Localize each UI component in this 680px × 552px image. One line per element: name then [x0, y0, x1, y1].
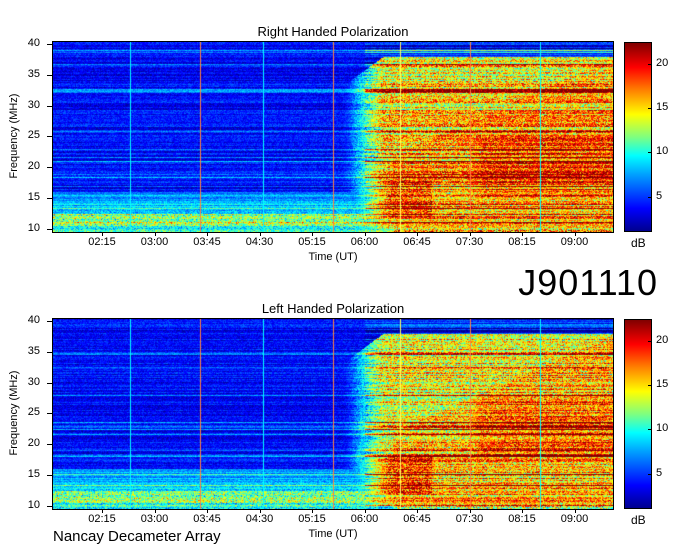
y-tick	[47, 43, 52, 45]
x-tick	[522, 509, 523, 513]
y-tick-label: 10	[27, 498, 40, 511]
colorbar-tick-label: 15	[656, 101, 669, 114]
spectrogram-canvas	[53, 42, 613, 232]
y-tick-label: 25	[27, 129, 40, 142]
x-tick-label: 07:30	[455, 236, 484, 248]
y-tick-label: 30	[27, 98, 40, 111]
x-tick-label: 05:15	[298, 236, 326, 248]
x-tick	[574, 232, 576, 236]
x-tick-label: 06:45	[403, 236, 431, 248]
x-tick-label: 05:15	[298, 513, 326, 525]
y-tick	[47, 198, 52, 200]
spectrogram-left	[53, 319, 613, 509]
chart-title: Right Handed Polarization	[257, 24, 409, 39]
x-tick-label: 04:30	[245, 236, 274, 248]
x-tick	[207, 232, 208, 236]
x-tick	[469, 232, 471, 236]
colorbar	[624, 319, 652, 509]
x-tick-label: 03:00	[140, 513, 169, 525]
y-tick	[47, 136, 52, 138]
colorbar-tick-label: 5	[656, 466, 663, 479]
x-tick-label: 03:45	[193, 513, 221, 525]
x-tick-label: 08:15	[508, 236, 536, 248]
y-tick	[47, 167, 52, 169]
colorbar	[624, 42, 652, 232]
footer-label: Nancay Decameter Array	[53, 528, 221, 545]
x-tick-label: 02:15	[88, 236, 116, 248]
y-tick-label: 40	[27, 313, 40, 326]
colorbar-tick	[648, 64, 652, 66]
y-tick	[47, 74, 52, 76]
y-tick	[47, 413, 52, 415]
colorbar-tick	[648, 196, 652, 198]
x-tick	[469, 509, 471, 513]
x-tick-label: 03:45	[193, 236, 221, 248]
x-tick	[574, 509, 576, 513]
y-tick-label: 30	[27, 375, 40, 388]
x-tick	[259, 232, 261, 236]
colorbar-tick-label: 10	[656, 422, 669, 435]
colorbar-tick	[648, 473, 652, 475]
y-tick-label: 15	[27, 468, 40, 481]
colorbar-tick	[648, 429, 652, 431]
x-tick	[312, 509, 313, 513]
spectrogram-right	[53, 42, 613, 232]
y-tick	[47, 105, 52, 107]
y-tick-label: 35	[27, 67, 40, 80]
x-tick	[417, 509, 418, 513]
x-tick	[259, 509, 261, 513]
colorbar-tick	[648, 341, 652, 343]
y-tick	[47, 382, 52, 384]
y-tick-label: 15	[27, 191, 40, 204]
y-tick	[47, 505, 52, 507]
x-tick	[102, 509, 103, 513]
x-tick	[364, 232, 366, 236]
y-tick-label: 40	[27, 36, 40, 49]
colorbar-unit: dB	[631, 236, 646, 250]
y-tick-label: 10	[27, 221, 40, 234]
x-tick-label: 09:00	[560, 236, 589, 248]
y-tick-label: 20	[27, 437, 40, 450]
y-tick-label: 25	[27, 406, 40, 419]
colorbar-tick-label: 20	[656, 57, 669, 70]
x-tick-label: 06:00	[350, 513, 379, 525]
colorbar-tick	[648, 152, 652, 154]
x-tick	[207, 509, 208, 513]
dataset-id: J901110	[518, 262, 658, 303]
y-tick	[47, 475, 52, 477]
x-tick-label: 02:15	[88, 513, 116, 525]
x-tick	[102, 232, 103, 236]
chart-title: Left Handed Polarization	[261, 301, 405, 316]
x-tick-label: 04:30	[245, 513, 274, 525]
x-tick	[364, 509, 366, 513]
x-tick-label: 03:00	[140, 236, 169, 248]
y-tick	[47, 351, 52, 353]
x-tick-label: 08:15	[508, 513, 536, 525]
spectrogram-canvas	[53, 319, 613, 509]
x-tick	[522, 232, 523, 236]
y-tick	[47, 320, 52, 322]
colorbar-tick-label: 15	[656, 378, 669, 391]
x-tick-label: 07:30	[455, 513, 484, 525]
colorbar-tick-label: 10	[656, 145, 669, 158]
x-tick-label: 09:00	[560, 513, 589, 525]
colorbar-tick	[648, 385, 652, 387]
x-tick	[312, 232, 313, 236]
x-tick-label: 06:45	[403, 513, 431, 525]
x-tick	[154, 509, 156, 513]
y-tick	[47, 444, 52, 446]
colorbar-tick-label: 20	[656, 334, 669, 347]
y-tick-label: 35	[27, 344, 40, 357]
y-tick	[47, 228, 52, 230]
colorbar-tick	[648, 108, 652, 110]
colorbar-unit: dB	[631, 513, 646, 527]
colorbar-tick-label: 5	[656, 189, 663, 202]
x-tick	[154, 232, 156, 236]
x-tick-label: 06:00	[350, 236, 379, 248]
x-tick	[417, 232, 418, 236]
y-tick-label: 20	[27, 160, 40, 173]
